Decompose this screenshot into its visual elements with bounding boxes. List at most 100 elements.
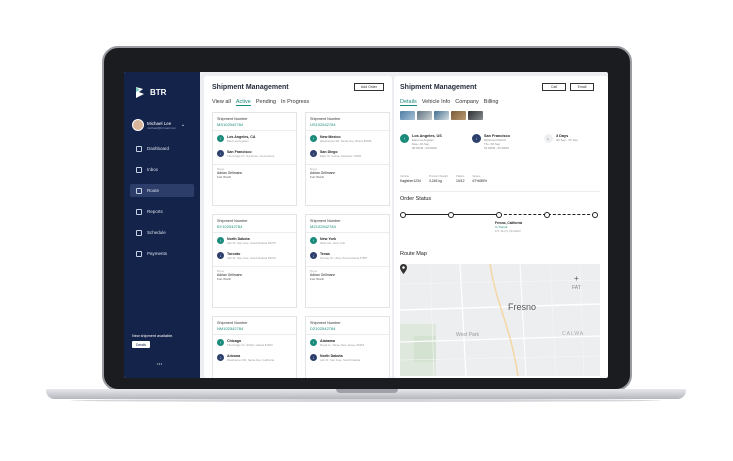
sidebar-item-route[interactable]: Route: [130, 184, 194, 197]
origin-address: Ash Dr. San Jose, South Dakota 83475: [227, 240, 276, 245]
promo-text: New shipment available.: [132, 334, 174, 338]
shipment-number: DZ102542784: [310, 326, 336, 331]
route-map[interactable]: Fresno West Park CALWA + FAT: [400, 264, 600, 376]
arrow-down-icon: ↓: [310, 251, 317, 259]
shipment-card[interactable]: Shipment Number MZ102542784 ↑ New York We…: [305, 214, 390, 308]
map-roads: [400, 264, 600, 376]
arrow-up-icon: ↑: [310, 236, 317, 244]
sidebar-item-payments[interactable]: Payments: [130, 247, 194, 260]
tab-details[interactable]: Details: [400, 99, 417, 106]
shipment-card[interactable]: Shipment Number NM102542784 ↑ Chicago Tho…: [212, 316, 297, 378]
arrow-up-icon: ↑: [310, 338, 317, 346]
chevron-down-icon[interactable]: ⌄: [181, 122, 185, 128]
tab-active[interactable]: Active: [235, 99, 251, 106]
tab-view-all[interactable]: View all: [212, 99, 231, 106]
shipment-card[interactable]: Shipment Number US102542784 ↑ New Mexico…: [305, 112, 390, 206]
origin-address: Thornridge Cir. Shiloh, Hawaii 81063: [227, 342, 273, 347]
stat-space: Space 67%/85%: [472, 174, 488, 183]
timeline-step[interactable]: [544, 211, 550, 218]
add-order-button[interactable]: Add Order: [354, 83, 384, 91]
calendar-icon: [136, 229, 142, 236]
sidebar-item-inbox[interactable]: Inbox: [130, 163, 194, 176]
shipment-cards: Shipment Number MS102542784 ↑ Los Angele…: [212, 112, 392, 378]
map-city-label: Fresno: [508, 302, 537, 312]
timeline-step-current[interactable]: [496, 211, 502, 218]
logo-icon: [136, 87, 144, 98]
destination-address: Thornridge Cir. Syracuse, Connecticut: [227, 153, 275, 158]
sidebar-item-dashboard[interactable]: Dashboard: [130, 142, 194, 155]
tab-in-progress[interactable]: In Progress: [281, 99, 309, 106]
shipment-stats: Vehicle Kagisher1234 Product Weight 3,245 …: [400, 174, 487, 183]
destination-stop: ↓ North Dakota Ash Dr. San Jose, South Da…: [310, 353, 385, 365]
list-tabs: View all Active Pending In Progress: [212, 99, 309, 106]
location-pin-icon[interactable]: [400, 264, 407, 274]
origin-address: Royal Ln. Mesa, New Jersey 45463: [320, 342, 365, 347]
shipment-card[interactable]: Shipment Number MS102542784 ↑ Los Angele…: [212, 112, 297, 206]
route-map-title: Route Map: [400, 251, 427, 257]
vehicle-photo[interactable]: [451, 111, 466, 120]
shipment-card[interactable]: Shipment Number DZ102542784 ↑ Alabama Roy…: [305, 316, 390, 378]
vehicle-photo[interactable]: [434, 111, 449, 120]
timeline-step[interactable]: [592, 211, 598, 218]
dollar-icon: [136, 250, 142, 257]
shipment-number: MZ102542784: [310, 224, 336, 229]
origin-stop: ↑ North Dakota Ash Dr. San Jose, South Da…: [217, 236, 292, 248]
vehicle-photo[interactable]: [400, 111, 415, 120]
laptop-shadow: [70, 399, 662, 402]
page-title: Shipment Management: [212, 84, 289, 91]
shipment-detail-panel: Shipment Management Call Email Details V…: [394, 76, 608, 378]
app-screen: BTR Michael Lee michael@btrmail.com ⌄ Da…: [124, 72, 608, 378]
timeline-step[interactable]: [400, 211, 406, 218]
destination-address: Ash Dr. San Jose, South Dakota 83475: [227, 255, 276, 260]
vehicle-photo[interactable]: [468, 111, 483, 120]
sidebar-item-reports[interactable]: Reports: [130, 205, 194, 218]
route-summary: ↑ Los Angeles, US East Los Angeles Date,…: [400, 134, 604, 150]
sidebar-item-schedule[interactable]: Schedule: [130, 226, 194, 239]
avatar: [132, 119, 144, 131]
arrow-down-icon: ↓: [217, 149, 224, 157]
grid-icon: [136, 145, 142, 152]
destination-stop: ↓ San Francisco Thornridge Cir. Syracuse,…: [217, 149, 292, 161]
tab-billing[interactable]: Billing: [484, 99, 499, 106]
destination-address: Westheimer Rd. Santa Ana, California: [227, 357, 275, 362]
map-area-label: West Park: [456, 332, 479, 338]
shipment-number: MS102542784: [217, 122, 244, 127]
current-location: Fresno, California In Transit 1/5, Sep 5…: [495, 221, 522, 233]
destination-address: Ash Dr. San Jose, South Dakota: [320, 357, 361, 362]
sidebar-item-label: Reports: [147, 209, 163, 214]
shipment-number: BY102542784: [217, 224, 243, 229]
origin-stop: ↑ Chicago Thornridge Cir. Shiloh, Hawaii …: [217, 338, 292, 350]
tab-pending[interactable]: Pending: [256, 99, 276, 106]
vehicle-photos: [400, 111, 483, 120]
logo[interactable]: BTR: [134, 86, 166, 99]
order-status-timeline: Fresno, California In Transit 1/5, Sep 5…: [400, 210, 600, 240]
destination-stop: ↓ Toronto Ash Dr. San Jose, South Dakota …: [217, 251, 292, 263]
email-button[interactable]: Email: [570, 83, 594, 91]
detail-title: Shipment Management: [400, 84, 477, 91]
shipment-card[interactable]: Shipment Number BY102542784 ↑ North Dako…: [212, 214, 297, 308]
arrow-up-icon: ↑: [217, 134, 224, 142]
origin-stop: ↑ Los Angeles, CA East Los Angeles: [217, 134, 292, 146]
origin-address: Westheimer Rd. Santa Ana, Illinois 85486: [320, 138, 372, 143]
user-profile[interactable]: Michael Lee michael@btrmail.com ⌄: [132, 118, 194, 132]
call-button[interactable]: Call: [542, 83, 566, 91]
sidebar-item-label: Inbox: [147, 167, 159, 172]
tab-vehicle-info[interactable]: Vehicle Info: [422, 99, 450, 106]
chart-icon: [136, 208, 142, 215]
tab-company[interactable]: Company: [455, 99, 479, 106]
arrow-down-icon: ↓: [217, 353, 224, 361]
duration-range: 4th Sep - 7th Sep: [556, 138, 578, 142]
details-button[interactable]: Details: [132, 341, 150, 348]
timeline-step[interactable]: [448, 211, 454, 218]
stat-pallets: Pallets 10/12: [456, 174, 465, 183]
shipment-label: Shipment Number: [310, 219, 341, 223]
status-date: 1/5, Sep 5, 09:30AM: [495, 229, 521, 233]
laptop-notch: [336, 389, 398, 393]
vehicle-photo[interactable]: [417, 111, 432, 120]
promo-box: New shipment available. Details: [132, 334, 194, 348]
arrow-down-icon: ↓: [217, 251, 224, 259]
sidebar-item-label: Dashboard: [147, 146, 170, 151]
detail-tabs: Details Vehicle Info Company Billing: [400, 99, 498, 106]
stat-vehicle: Vehicle Kagisher1234: [400, 174, 421, 183]
route-destination: ↓ San Francisco Richmond District Thu, 6…: [472, 134, 544, 150]
